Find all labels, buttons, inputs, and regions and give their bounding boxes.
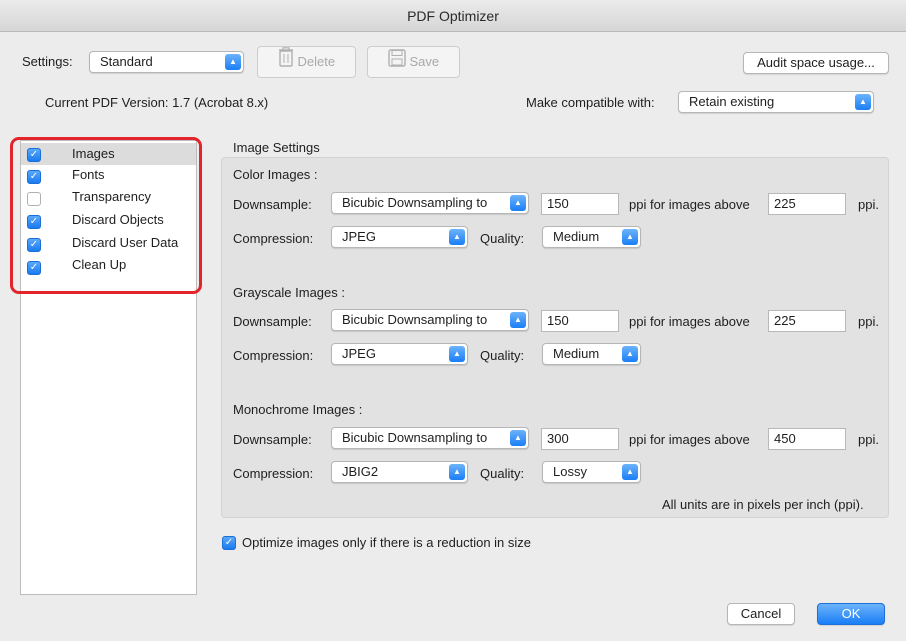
cancel-button[interactable]: Cancel (727, 603, 795, 625)
grayscale-downsample-select[interactable]: Bicubic Downsampling to ▲︎ (331, 309, 529, 331)
settings-select-value: Standard (100, 54, 153, 69)
optimize-only-checkbox[interactable]: ✓ (222, 536, 236, 550)
monochrome-ppi-input[interactable]: 300 (541, 428, 619, 450)
audit-space-usage-button[interactable]: Audit space usage... (743, 52, 889, 74)
chevron-updown-icon: ▲︎ (225, 54, 241, 70)
ok-button[interactable]: OK (817, 603, 885, 625)
grayscale-above-input[interactable]: 225 (768, 310, 846, 332)
quality-label: Quality: (480, 348, 525, 363)
grayscale-quality-select[interactable]: Medium ▲︎ (542, 343, 641, 365)
floppy-disk-icon (388, 48, 406, 78)
chevron-updown-icon: ▲︎ (510, 312, 526, 328)
ppi-unit-label: ppi. (858, 432, 879, 447)
grayscale-images-title: Grayscale Images : (233, 285, 345, 300)
color-quality-value: Medium (553, 229, 600, 244)
monochrome-images-title: Monochrome Images : (233, 402, 363, 417)
settings-select[interactable]: Standard ▲︎ (89, 51, 244, 73)
units-note: All units are in pixels per inch (ppi). (662, 497, 864, 512)
annotation-highlight-box (10, 137, 202, 294)
ppi-unit-label: ppi. (858, 197, 879, 212)
quality-label: Quality: (480, 466, 525, 481)
color-downsample-select[interactable]: Bicubic Downsampling to ▲︎ (331, 192, 529, 214)
compatibility-select-value: Retain existing (689, 94, 775, 109)
compression-label: Compression: (233, 231, 314, 246)
grayscale-compression-value: JPEG (342, 346, 376, 361)
color-ppi-input[interactable]: 150 (541, 193, 619, 215)
settings-label: Settings: (22, 54, 73, 69)
monochrome-compression-value: JBIG2 (342, 464, 379, 479)
save-button-label: Save (409, 54, 440, 69)
delete-button[interactable]: Delete (257, 46, 356, 78)
color-compression-value: JPEG (342, 229, 376, 244)
color-downsample-value: Bicubic Downsampling to (342, 195, 488, 210)
chevron-updown-icon: ▲︎ (622, 229, 638, 245)
color-above-input[interactable]: 225 (768, 193, 846, 215)
chevron-updown-icon: ▲︎ (449, 346, 465, 362)
ppi-above-label: ppi for images above (629, 314, 750, 329)
current-pdf-version: Current PDF Version: 1.7 (Acrobat 8.x) (45, 95, 269, 110)
chevron-updown-icon: ▲︎ (449, 464, 465, 480)
quality-label: Quality: (480, 231, 525, 246)
compression-label: Compression: (233, 466, 314, 481)
optimize-only-label: Optimize images only if there is a reduc… (242, 535, 532, 550)
window-title: PDF Optimizer (0, 0, 906, 32)
grayscale-compression-select[interactable]: JPEG ▲︎ (331, 343, 468, 365)
color-images-title: Color Images : (233, 167, 318, 182)
ppi-above-label: ppi for images above (629, 432, 750, 447)
downsample-label: Downsample: (233, 314, 312, 329)
image-settings-heading: Image Settings (233, 140, 320, 155)
color-compression-select[interactable]: JPEG ▲︎ (331, 226, 468, 248)
color-quality-select[interactable]: Medium ▲︎ (542, 226, 641, 248)
chevron-updown-icon: ▲︎ (449, 229, 465, 245)
chevron-updown-icon: ▲︎ (510, 430, 526, 446)
save-button[interactable]: Save (367, 46, 460, 78)
monochrome-downsample-value: Bicubic Downsampling to (342, 430, 488, 445)
ppi-above-label: ppi for images above (629, 197, 750, 212)
grayscale-quality-value: Medium (553, 346, 600, 361)
chevron-updown-icon: ▲︎ (622, 464, 638, 480)
monochrome-downsample-select[interactable]: Bicubic Downsampling to ▲︎ (331, 427, 529, 449)
monochrome-quality-value: Lossy (553, 464, 587, 479)
delete-button-label: Delete (297, 54, 336, 69)
make-compatible-label: Make compatible with: (526, 95, 655, 110)
monochrome-compression-select[interactable]: JBIG2 ▲︎ (331, 461, 468, 483)
chevron-updown-icon: ▲︎ (622, 346, 638, 362)
downsample-label: Downsample: (233, 432, 312, 447)
compression-label: Compression: (233, 348, 314, 363)
compatibility-select[interactable]: Retain existing ▲︎ (678, 91, 874, 113)
downsample-label: Downsample: (233, 197, 312, 212)
monochrome-above-input[interactable]: 450 (768, 428, 846, 450)
grayscale-downsample-value: Bicubic Downsampling to (342, 312, 488, 327)
trash-icon (278, 47, 294, 78)
monochrome-quality-select[interactable]: Lossy ▲︎ (542, 461, 641, 483)
chevron-updown-icon: ▲︎ (855, 94, 871, 110)
chevron-updown-icon: ▲︎ (510, 195, 526, 211)
ppi-unit-label: ppi. (858, 314, 879, 329)
pdf-optimizer-window: PDF Optimizer Settings: Standard ▲︎ Dele… (0, 0, 906, 641)
grayscale-ppi-input[interactable]: 150 (541, 310, 619, 332)
